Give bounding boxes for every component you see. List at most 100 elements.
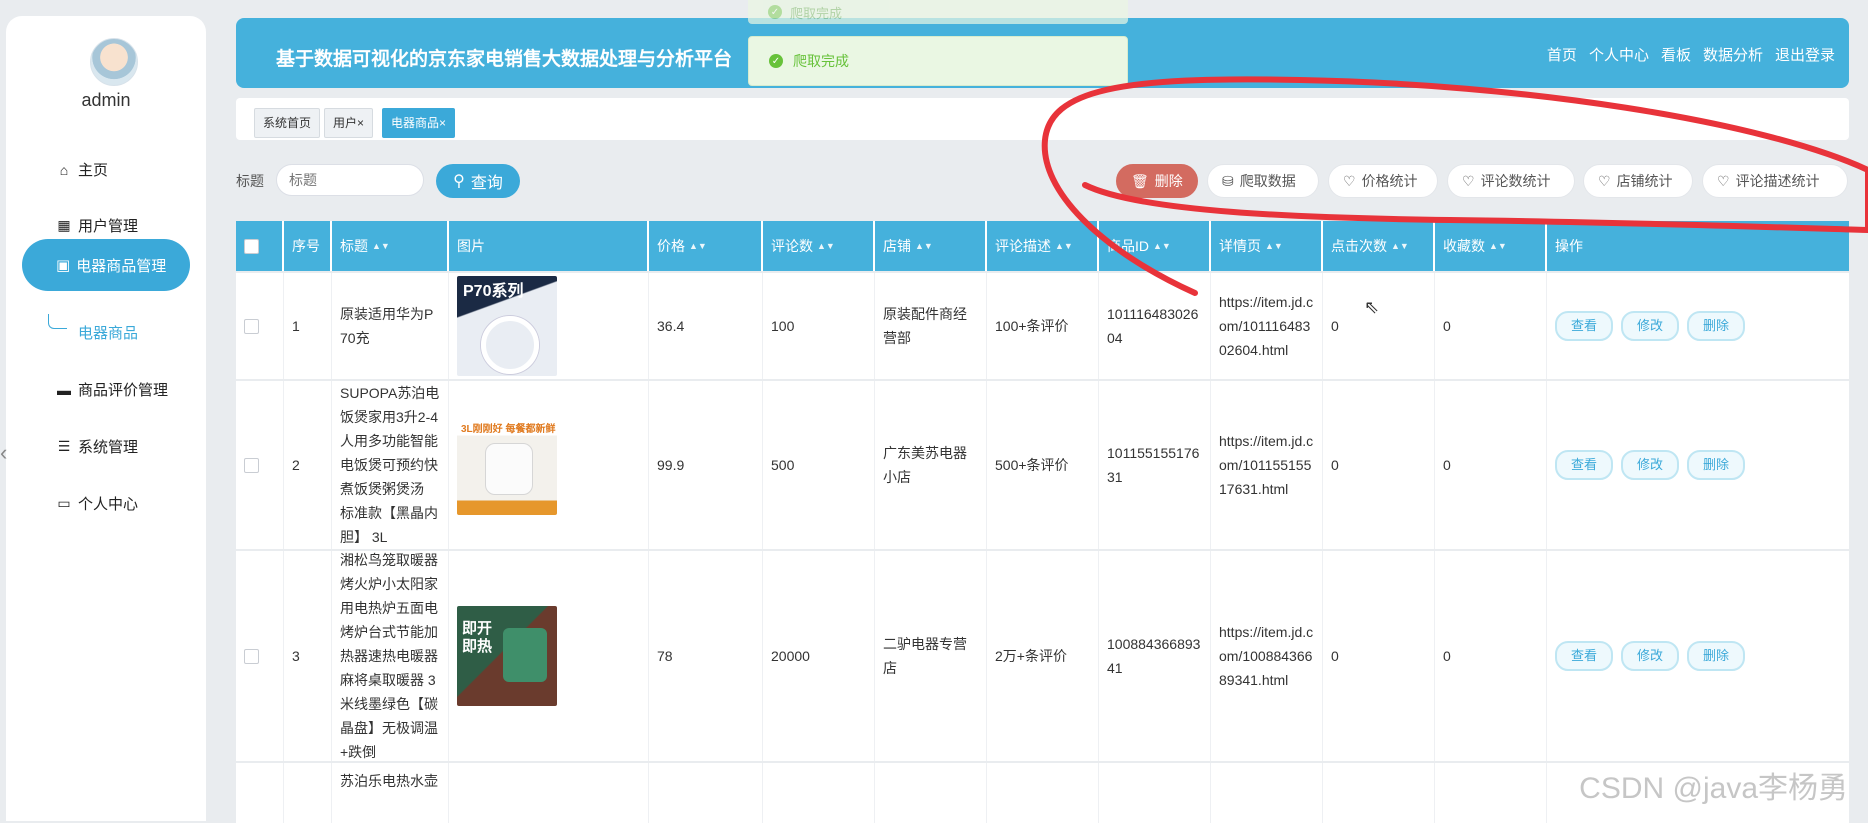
cell-price: 36.4 bbox=[649, 273, 763, 379]
sliders-icon: ☰ bbox=[57, 438, 71, 454]
sidebar-item-label: 主页 bbox=[78, 162, 109, 179]
table-header: 序号 标题 ▲▼ 图片 价格 ▲▼ 评论数 ▲▼ 店铺 ▲▼ 评论描述 ▲▼ 商品ID ▲▼… bbox=[236, 221, 1849, 271]
sidebar-item-label: 电器商品管理 bbox=[76, 257, 167, 275]
cell-detail-url[interactable]: https://item.jd.com/10115515517631.html bbox=[1211, 381, 1323, 549]
row-delete-button[interactable]: 删除 bbox=[1687, 450, 1746, 480]
cell-product-id: 10111648302604 bbox=[1099, 273, 1211, 379]
sidebar: admin ⌂ 主页 ▦ 用户管理 ▣ 电器商品管理 电器商品 ▬ 商品评价管理… bbox=[6, 16, 206, 821]
crawl-data-button[interactable]: ⛁ 爬取数据 bbox=[1207, 164, 1319, 198]
collapse-chevron-icon[interactable]: ‹ bbox=[0, 440, 7, 466]
cell-detail-url[interactable]: https://item.jd.com/10088436689341.html bbox=[1211, 551, 1323, 761]
row-select-cell[interactable] bbox=[236, 551, 284, 761]
select-all-cell[interactable] bbox=[236, 221, 284, 271]
database-icon: ⛁ bbox=[1222, 172, 1234, 189]
product-thumbnail[interactable]: 3L刚刚好 每餐都新鲜 bbox=[457, 415, 557, 515]
cell-product-id: 10088436689341 bbox=[1099, 551, 1211, 761]
row-select-cell[interactable] bbox=[236, 273, 284, 379]
sort-icon: ▲▼ bbox=[1489, 241, 1507, 251]
sort-icon: ▲▼ bbox=[817, 241, 835, 251]
col-comment-desc[interactable]: 评论描述 ▲▼ bbox=[987, 221, 1099, 271]
heart-icon: ♡ bbox=[1462, 172, 1475, 189]
cell-title: 原装适用华为P70充 bbox=[332, 273, 449, 379]
tab-user[interactable]: 用户× bbox=[324, 108, 374, 138]
delete-button[interactable]: 🗑 删除 bbox=[1116, 164, 1198, 198]
view-button[interactable]: 查看 bbox=[1555, 641, 1614, 671]
cell-favorites: 0 bbox=[1435, 273, 1547, 379]
nav-logout-link[interactable]: 退出登录 bbox=[1775, 44, 1835, 65]
cell-comments: 500 bbox=[763, 381, 875, 549]
col-comments[interactable]: 评论数 ▲▼ bbox=[763, 221, 875, 271]
col-detail-page[interactable]: 详情页 ▲▼ bbox=[1211, 221, 1323, 271]
edit-button[interactable]: 修改 bbox=[1621, 641, 1680, 671]
shop-stats-button[interactable]: ♡ 店铺统计 bbox=[1583, 164, 1693, 198]
edit-button[interactable]: 修改 bbox=[1621, 311, 1680, 341]
select-all-checkbox[interactable] bbox=[244, 238, 259, 254]
clipboard-icon: ▣ bbox=[56, 257, 71, 274]
cell-clicks: 0 bbox=[1323, 273, 1435, 379]
sidebar-item-product-management[interactable]: ▣ 电器商品管理 bbox=[22, 239, 190, 291]
col-shop[interactable]: 店铺 ▲▼ bbox=[875, 221, 987, 271]
success-icon: ✓ bbox=[768, 5, 782, 19]
comment-count-stats-button[interactable]: ♡ 评论数统计 bbox=[1447, 164, 1575, 198]
view-button[interactable]: 查看 bbox=[1555, 311, 1614, 341]
sidebar-item-personal-center[interactable]: ▭ 个人中心 bbox=[56, 493, 138, 514]
product-thumbnail[interactable]: P70系列 bbox=[457, 276, 557, 376]
query-button[interactable]: ⚲ 查询 bbox=[436, 164, 520, 198]
cell-image: 即开即热 bbox=[449, 551, 649, 761]
tab-products[interactable]: 电器商品× bbox=[382, 108, 456, 138]
edit-button[interactable]: 修改 bbox=[1621, 450, 1680, 480]
row-checkbox[interactable] bbox=[244, 648, 259, 664]
sidebar-item-user-management[interactable]: ▦ 用户管理 bbox=[56, 215, 138, 236]
col-favorites[interactable]: 收藏数 ▲▼ bbox=[1435, 221, 1547, 271]
avatar[interactable] bbox=[90, 38, 138, 86]
cell-detail-url[interactable]: https://item.jd.com/10111648302604.html bbox=[1211, 273, 1323, 379]
col-product-id[interactable]: 商品ID ▲▼ bbox=[1099, 221, 1211, 271]
row-select-cell[interactable] bbox=[236, 763, 284, 823]
cell-no: 2 bbox=[284, 381, 332, 549]
sidebar-item-review-management[interactable]: ▬ 商品评价管理 bbox=[56, 379, 168, 400]
cell-image bbox=[449, 763, 649, 823]
success-icon: ✓ bbox=[769, 54, 783, 68]
col-clicks[interactable]: 点击次数 ▲▼ bbox=[1323, 221, 1435, 271]
search-icon: ⚲ bbox=[453, 173, 465, 190]
tab-system-home[interactable]: 系统首页 bbox=[254, 108, 321, 138]
table-row: 1 原装适用华为P70充 P70系列 36.4 100 原装配件商经营部 100… bbox=[236, 273, 1849, 379]
row-checkbox[interactable] bbox=[244, 318, 259, 334]
home-icon: ⌂ bbox=[59, 161, 69, 178]
cell-product-id: 10115515517631 bbox=[1099, 381, 1211, 549]
cell-comment-desc bbox=[987, 763, 1099, 823]
cell-actions: 查看 修改 删除 bbox=[1547, 381, 1849, 549]
cell-shop: 广东美苏电器小店 bbox=[875, 381, 987, 549]
search-input[interactable] bbox=[276, 164, 424, 196]
toast-text: 爬取完成 bbox=[790, 5, 843, 21]
sidebar-item-system-management[interactable]: ☰ 系统管理 bbox=[56, 436, 138, 457]
cell-shop: 二驴电器专营店 bbox=[875, 551, 987, 761]
col-title[interactable]: 标题 ▲▼ bbox=[332, 221, 449, 271]
cell-detail-url bbox=[1211, 763, 1323, 823]
product-thumbnail[interactable]: 即开即热 bbox=[457, 606, 557, 706]
nav-personal-center-link[interactable]: 个人中心 bbox=[1589, 44, 1649, 65]
row-select-cell[interactable] bbox=[236, 381, 284, 549]
row-delete-button[interactable]: 删除 bbox=[1687, 311, 1746, 341]
view-button[interactable]: 查看 bbox=[1555, 450, 1614, 480]
cell-title: SUPOPA苏泊电饭煲家用3升2-4人用多功能智能电饭煲可预约快煮饭煲粥煲汤 标… bbox=[332, 381, 449, 549]
sidebar-item-home[interactable]: ⌂ 主页 bbox=[56, 159, 108, 180]
print-icon: ▬ bbox=[57, 381, 71, 398]
row-delete-button[interactable]: 删除 bbox=[1687, 641, 1746, 671]
nav-dashboard-link[interactable]: 看板 bbox=[1661, 44, 1691, 65]
cell-price: 99.9 bbox=[649, 381, 763, 549]
col-image: 图片 bbox=[449, 221, 649, 271]
sidebar-subitem-products[interactable]: 电器商品 bbox=[78, 322, 138, 343]
row-checkbox[interactable] bbox=[244, 457, 259, 473]
nav-home-link[interactable]: 首页 bbox=[1547, 44, 1577, 65]
toast-success: ✓ 爬取完成 bbox=[748, 36, 1128, 86]
cell-title: 苏泊乐电热水壶 bbox=[332, 763, 449, 823]
comment-desc-stats-button[interactable]: ♡ 评论描述统计 bbox=[1702, 164, 1848, 198]
shop-stats-label: 店铺统计 bbox=[1616, 173, 1673, 189]
comment-desc-label: 评论描述统计 bbox=[1735, 173, 1820, 189]
submenu-connector bbox=[48, 314, 67, 329]
cell-actions: 查看 修改 删除 bbox=[1547, 273, 1849, 379]
col-price[interactable]: 价格 ▲▼ bbox=[649, 221, 763, 271]
price-stats-button[interactable]: ♡ 价格统计 bbox=[1328, 164, 1438, 198]
nav-data-analysis-link[interactable]: 数据分析 bbox=[1703, 44, 1763, 65]
